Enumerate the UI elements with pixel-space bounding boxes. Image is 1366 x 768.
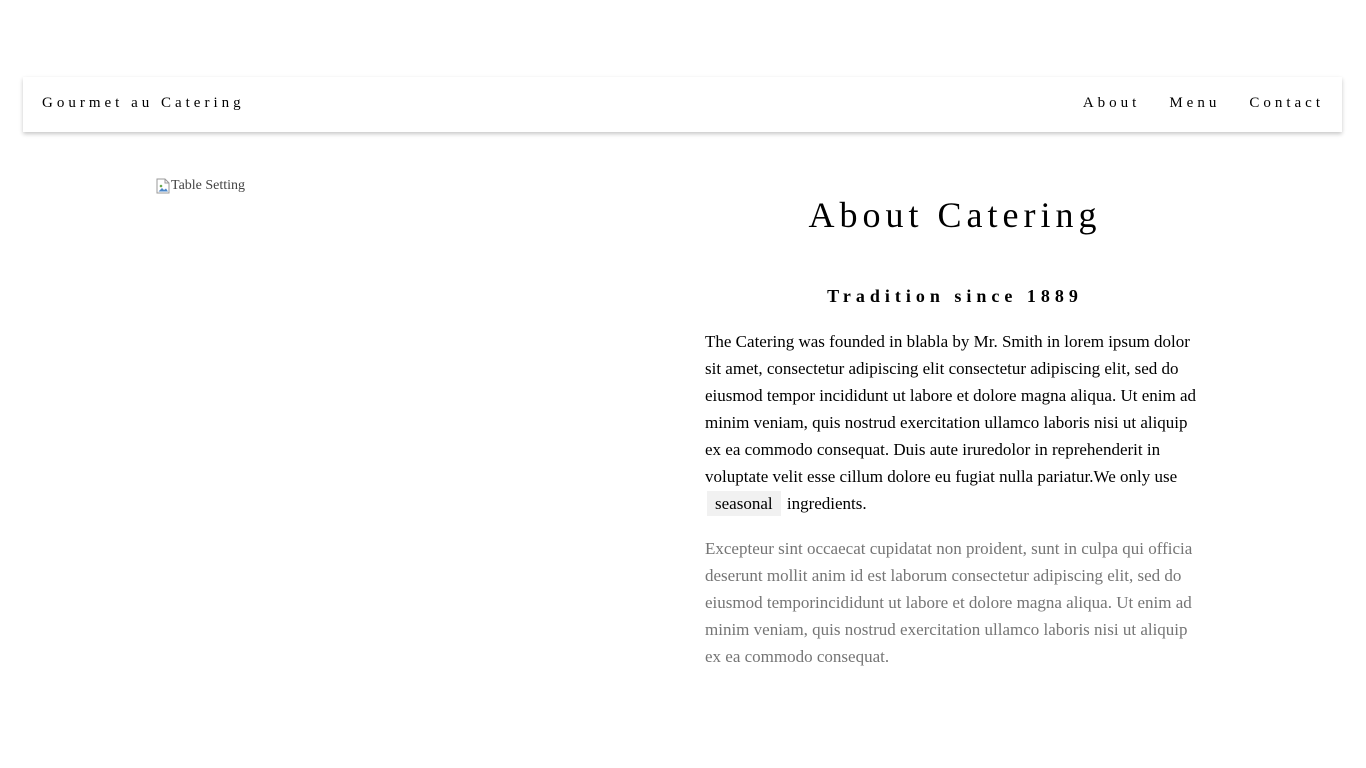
- about-paragraph-2: Excepteur sint occaecat cupidatat non pr…: [705, 539, 1193, 666]
- top-navbar: Gourmet au Catering About Menu Contact: [23, 77, 1342, 132]
- nav-link-about[interactable]: About: [1083, 95, 1141, 112]
- about-title: About Catering: [808, 195, 1102, 235]
- image-alt-text: Table Setting: [171, 178, 246, 193]
- nav-links: About Menu Contact: [1083, 95, 1324, 112]
- about-section: About Catering Tradition since 1889 The …: [705, 195, 1205, 670]
- table-setting-image: Table Setting: [156, 178, 245, 194]
- brand-link[interactable]: Gourmet au Catering: [42, 95, 245, 112]
- paragraph-1-end: ingredients.: [786, 494, 867, 513]
- nav-link-contact[interactable]: Contact: [1249, 95, 1324, 112]
- paragraph-1-text: The Catering was founded in blabla by Mr…: [705, 332, 1196, 486]
- about-paragraph-1: The Catering was founded in blabla by Mr…: [705, 328, 1202, 517]
- nav-link-menu[interactable]: Menu: [1169, 95, 1220, 112]
- about-subtitle: Tradition since 1889: [827, 286, 1083, 306]
- seasonal-tag: seasonal: [707, 491, 781, 516]
- broken-image-icon: [156, 178, 170, 194]
